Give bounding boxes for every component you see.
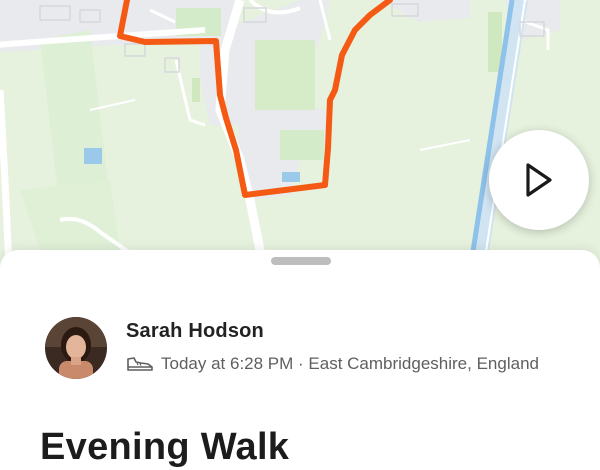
- route-map[interactable]: [0, 0, 600, 290]
- activity-meta: Today at 6:28 PM · East Cambridgeshire, …: [126, 353, 539, 375]
- play-flyover-button[interactable]: [489, 130, 589, 230]
- activity-sheet: Sarah Hodson Today at 6:28 PM · East Cam…: [0, 250, 600, 470]
- sheet-drag-handle[interactable]: [271, 257, 331, 265]
- avatar[interactable]: [45, 317, 107, 379]
- activity-title: Evening Walk: [40, 426, 290, 468]
- activity-meta-text: Today at 6:28 PM · East Cambridgeshire, …: [161, 354, 539, 373]
- shoe-icon: [126, 355, 154, 373]
- play-icon: [526, 163, 552, 197]
- athlete-name[interactable]: Sarah Hodson: [126, 320, 264, 343]
